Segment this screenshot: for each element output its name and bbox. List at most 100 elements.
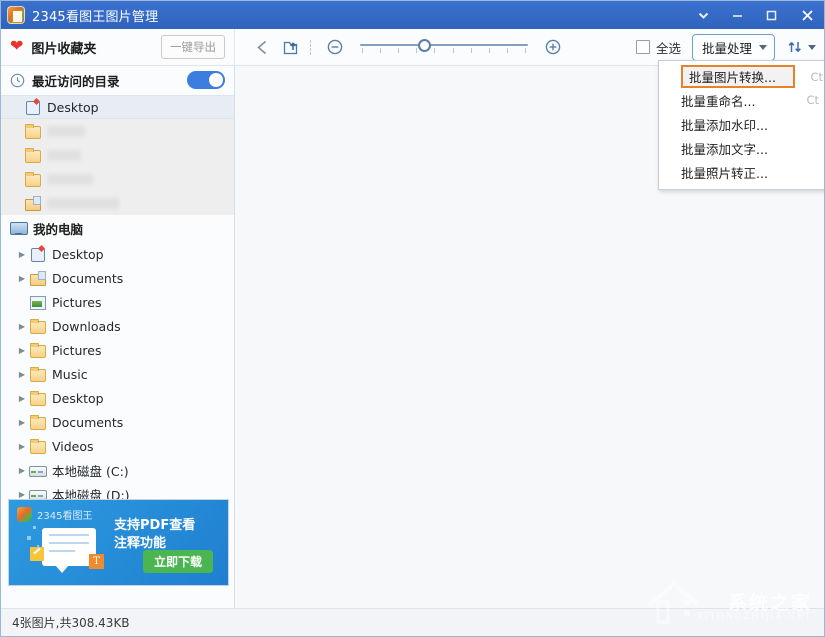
app-logo-icon [7, 6, 25, 24]
app-window: 2345看图王图片管理 ❤ 图片收藏夹 一键导出 [0, 0, 825, 637]
menu-item[interactable]: 批量照片转正... [659, 160, 825, 184]
tree-item-label: Desktop [52, 247, 104, 262]
recent-directories-list: Desktop [1, 94, 234, 215]
ad-headline-line1: 支持PDF查看 [114, 517, 218, 535]
chevron-down-icon[interactable] [686, 1, 720, 29]
tree-item[interactable]: ▶ Pictures [1, 338, 234, 362]
zoom-out-icon[interactable] [321, 33, 349, 61]
ad-logo: 2345看图王 [17, 507, 92, 522]
back-arrow-icon[interactable] [248, 33, 276, 61]
select-all-label: 全选 [656, 38, 681, 57]
menu-item[interactable]: 批量添加水印... [659, 112, 825, 136]
tree-item[interactable]: ▶Documents [1, 410, 234, 434]
tree-item[interactable]: ▶ Music [1, 362, 234, 386]
expand-arrow-icon[interactable]: ▶ [15, 322, 29, 331]
zoom-slider-track [360, 44, 528, 46]
tree-item[interactable] [1, 119, 234, 143]
app-logo-icon [17, 507, 32, 522]
maximize-icon[interactable] [754, 1, 788, 29]
expand-arrow-icon[interactable]: ▶ [15, 418, 29, 427]
folder-icon [29, 391, 46, 406]
desktop-icon [24, 100, 41, 115]
favorites-section: ❤ 图片收藏夹 一键导出 [1, 29, 235, 66]
ad-download-button[interactable]: 立即下载 [143, 550, 213, 573]
batch-process-button[interactable]: 批量处理 [692, 34, 775, 61]
favorites-label: 图片收藏夹 [31, 38, 96, 57]
export-button[interactable]: 一键导出 [161, 35, 225, 59]
folder-icon [24, 172, 41, 187]
menu-item-label: 批量添加文字... [681, 139, 768, 158]
recent-directories-label: 最近访问的目录 [32, 71, 120, 90]
menu-item[interactable]: 批量图片转换...Ct [681, 65, 795, 88]
expand-arrow-icon[interactable]: ▶ [15, 346, 29, 355]
zoom-slider-handle[interactable] [418, 39, 431, 52]
tree-item[interactable]: Desktop [1, 95, 234, 119]
expand-arrow-icon[interactable]: ▶ [15, 466, 29, 475]
batch-process-label: 批量处理 [702, 38, 752, 57]
folder-icon [29, 367, 46, 382]
documents-icon [24, 196, 41, 211]
sidebar: 最近访问的目录 Desktop 我的电脑 ▶Desktop▶DocumentsP… [1, 66, 235, 608]
tree-item-label: Desktop [52, 391, 104, 406]
drive-icon [29, 463, 46, 478]
upload-icon[interactable] [276, 33, 304, 61]
tree-item[interactable] [1, 191, 234, 215]
menu-item-shortcut: Ct [810, 70, 823, 84]
documents-icon [29, 271, 46, 286]
expand-arrow-icon[interactable]: ▶ [15, 250, 29, 259]
expand-arrow-icon[interactable]: ▶ [15, 274, 29, 283]
text-badge-icon: T [89, 554, 104, 569]
toolbar-divider [310, 40, 311, 55]
expand-arrow-icon[interactable]: ▶ [15, 442, 29, 451]
pencil-icon [30, 547, 44, 561]
tree-item[interactable]: ▶ Documents [1, 266, 234, 290]
folder-icon [29, 439, 46, 454]
clock-icon [10, 73, 25, 88]
menu-item-label: 批量重命名... [681, 91, 755, 110]
recent-directories-header: 最近访问的目录 [1, 66, 234, 94]
recent-directories-toggle[interactable] [187, 71, 225, 89]
menu-item-shortcut: Ct [806, 93, 819, 107]
window-title: 2345看图王图片管理 [32, 6, 158, 25]
sort-button[interactable] [785, 37, 818, 57]
tree-item[interactable]: ▶ Desktop [1, 242, 234, 266]
menu-item-label: 批量照片转正... [681, 163, 768, 182]
tree-item[interactable]: ▶Videos [1, 434, 234, 458]
window-controls [686, 1, 825, 29]
tree-item-label: Documents [52, 271, 123, 286]
select-all-checkbox[interactable] [636, 40, 650, 54]
status-bar: 4张图片,共308.43KB [1, 608, 825, 636]
tree-item-label: Pictures [52, 343, 102, 358]
desktop-icon [29, 247, 46, 262]
redacted-label [47, 198, 119, 209]
tree-item-label: Music [52, 367, 88, 382]
pictures-icon [29, 295, 46, 310]
folder-icon [29, 343, 46, 358]
zoom-in-icon[interactable] [539, 33, 567, 61]
expand-arrow-icon[interactable]: ▶ [15, 370, 29, 379]
tree-item[interactable]: ▶ 本地磁盘 (C:) [1, 458, 234, 482]
menu-item[interactable]: 批量添加文字... [659, 136, 825, 160]
zoom-slider-ticks [362, 48, 526, 54]
folder-icon [24, 124, 41, 139]
expand-arrow-icon[interactable]: ▶ [15, 394, 29, 403]
expand-arrow-icon[interactable]: ▶ [15, 490, 29, 499]
tree-item[interactable]: ▶Downloads [1, 314, 234, 338]
close-icon[interactable] [788, 1, 825, 29]
menu-item[interactable]: 批量重命名... Ct [659, 88, 825, 112]
tree-item-label: 本地磁盘 (C:) [52, 461, 129, 480]
folder-icon [29, 319, 46, 334]
zoom-slider[interactable] [360, 39, 528, 55]
menu-item-label: 批量图片转换... [689, 67, 776, 86]
folder-icon [29, 415, 46, 430]
batch-process-menu[interactable]: 批量图片转换...Ct批量重命名...Ct批量添加水印...批量添加文字...批… [658, 60, 825, 190]
sort-icon [787, 39, 803, 55]
tree-item[interactable] [1, 143, 234, 167]
ad-banner[interactable]: 2345看图王 T 支持PDF查看 注释功能 立即下载 [8, 499, 229, 586]
tree-item[interactable] [1, 167, 234, 191]
minimize-icon[interactable] [720, 1, 754, 29]
tree-item[interactable]: Pictures [1, 290, 234, 314]
my-computer-header[interactable]: 我的电脑 [1, 215, 234, 241]
select-all-control[interactable]: 全选 [636, 38, 681, 57]
tree-item[interactable]: ▶ Desktop [1, 386, 234, 410]
